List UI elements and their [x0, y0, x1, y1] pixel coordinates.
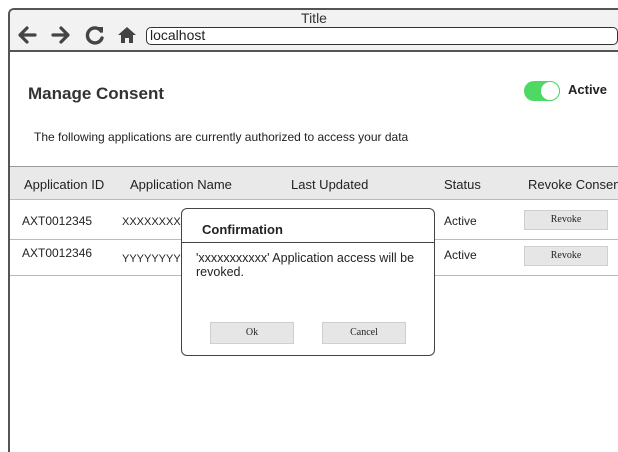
toggle-knob [540, 81, 560, 101]
revoke-button[interactable]: Revoke [524, 210, 608, 230]
column-header-application-id: Application ID [24, 177, 105, 192]
dialog-header: Confirmation [182, 209, 434, 243]
browser-toolbar: Title localhost [10, 10, 618, 52]
confirmation-dialog: Confirmation 'xxxxxxxxxxx' Application a… [181, 208, 435, 356]
reload-icon[interactable] [84, 24, 106, 46]
browser-window: Title localhost Manage Consent Active Th… [8, 8, 618, 452]
status-cell: Active [444, 214, 477, 228]
column-header-status: Status [444, 177, 481, 192]
forward-arrow-icon[interactable] [50, 24, 72, 46]
column-header-last-updated: Last Updated [291, 177, 369, 192]
toggle-label: Active [568, 82, 608, 97]
ok-button[interactable]: Ok [210, 322, 294, 344]
application-name-cell: YYYYYYYYY [122, 253, 189, 265]
column-header-revoke-consent: Revoke Consent [528, 177, 618, 192]
application-name-cell: XXXXXXXXX [122, 216, 189, 228]
table-header: Application ID Application Name Last Upd… [10, 166, 618, 200]
revoke-button[interactable]: Revoke [524, 246, 608, 266]
address-bar[interactable]: localhost [146, 27, 618, 45]
dialog-message: 'xxxxxxxxxxx' Application access will be… [196, 251, 415, 279]
application-id-cell: AXT0012345 [22, 214, 93, 228]
active-toggle[interactable] [524, 81, 560, 101]
page-description: The following applications are currently… [34, 130, 409, 144]
back-arrow-icon[interactable] [16, 24, 38, 46]
column-header-application-name: Application Name [130, 177, 232, 192]
status-cell: Active [444, 248, 477, 262]
home-icon[interactable] [116, 24, 138, 46]
dialog-title: Confirmation [202, 222, 283, 237]
cancel-button[interactable]: Cancel [322, 322, 406, 344]
page-title: Manage Consent [28, 84, 165, 103]
application-id-cell: AXT0012346 [22, 246, 93, 260]
